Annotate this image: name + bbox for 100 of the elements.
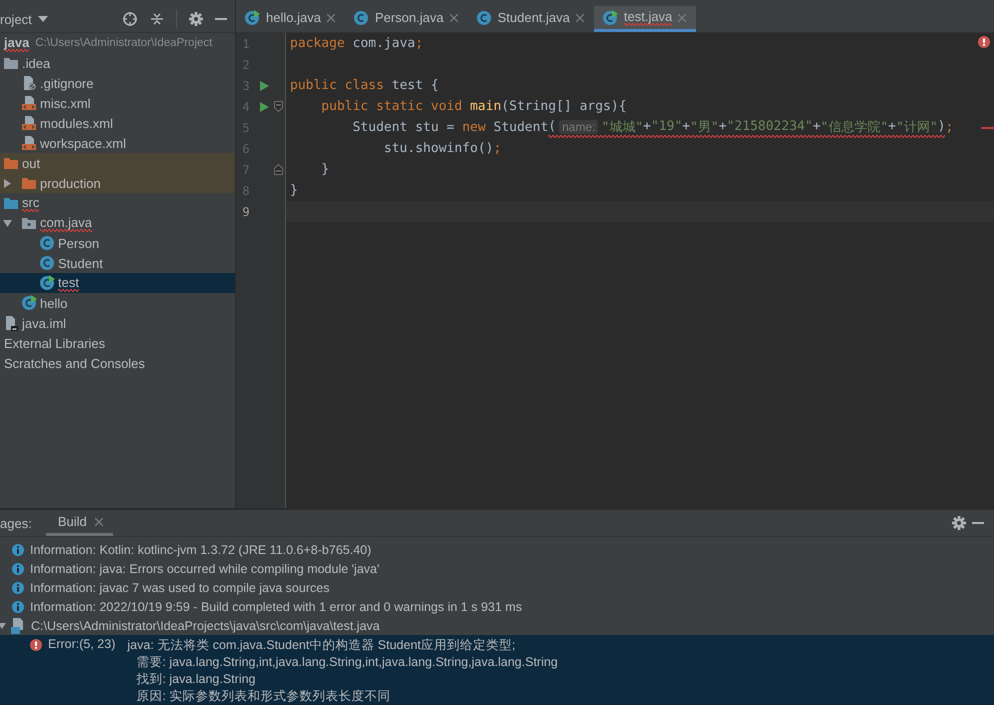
folder-icon (21, 175, 37, 191)
error-location: Error:(5, 23) (48, 637, 116, 651)
ignored-file-icon (21, 75, 37, 91)
locate-icon[interactable] (122, 11, 138, 27)
tree-item[interactable]: Person (0, 233, 235, 253)
tree-item[interactable]: External Libraries (0, 333, 235, 353)
class-icon (39, 255, 55, 271)
code-token: } (321, 162, 330, 177)
code-token: + (812, 119, 821, 134)
tab-label: Person.java (374, 10, 444, 25)
close-icon[interactable] (326, 14, 335, 22)
code-token: + (643, 119, 651, 134)
code-token: ; (415, 36, 424, 51)
tree-item[interactable]: Scratches and Consoles (0, 353, 235, 373)
tree-item[interactable]: java.iml (0, 313, 235, 333)
tree-item[interactable]: Student (0, 253, 235, 273)
editor-tab[interactable]: Student.java (468, 6, 594, 32)
class-icon (476, 10, 492, 26)
tree-item-label: java (4, 34, 30, 52)
build-message[interactable]: C:\Users\Administrator\IdeaProjects\java\src\com\java\test.java (0, 616, 994, 635)
tree-item[interactable]: test (0, 273, 235, 293)
tree-item[interactable]: misc.xml (0, 93, 235, 113)
tab-label: hello.java (266, 10, 321, 25)
tree-item[interactable]: src (0, 193, 235, 213)
code-token: main (470, 99, 502, 114)
info-icon (12, 562, 24, 574)
fold-marker-icon[interactable] (274, 164, 283, 175)
info-icon (12, 582, 24, 594)
tab-label: test.java (624, 9, 672, 26)
xml-file-icon (21, 115, 37, 131)
tool-tab[interactable]: Build (46, 510, 113, 536)
code-token: stu.showinfo() (384, 141, 494, 156)
package-folder-icon (21, 215, 37, 231)
tree-item-label: out (22, 156, 40, 170)
info-icon (12, 600, 24, 612)
tree-item-label: com.java (40, 214, 92, 232)
build-message[interactable]: Information: java: Errors occurred while compiling module 'java' (0, 559, 994, 578)
run-icon[interactable] (260, 102, 269, 112)
editor-tab[interactable]: test.java (594, 6, 696, 32)
code-token: package (290, 36, 345, 51)
panel-title[interactable]: roject (0, 12, 32, 26)
runnable-class-icon (39, 275, 55, 291)
folder-icon (3, 195, 19, 211)
error-message-line: 原因: 实际参数列表和形式参数列表长度不同 (136, 688, 392, 705)
runnable-class-icon (244, 10, 260, 26)
tree-item[interactable]: production (0, 173, 235, 193)
message-text: Information: Kotlin: kotlinc-jvm 1.3.72 (JRE 11.0.6+8-b765.40) (30, 542, 372, 556)
tree-item-label: Student (58, 256, 103, 270)
tree-item-label: misc.xml (40, 96, 91, 110)
build-message[interactable]: Information: javac 7 was used to compile java sources (0, 578, 994, 597)
tree-item[interactable]: out (0, 153, 235, 173)
error-stripe-mark[interactable] (981, 126, 994, 128)
close-icon[interactable] (576, 14, 584, 22)
code-token: "城城" (601, 118, 644, 136)
message-text: Information: 2022/10/19 9:59 - Build completed with 1 error and 0 warnings in 1 s 931 ms (30, 600, 522, 614)
tree-item[interactable]: java C:\Users\Administrator\IdeaProject (0, 33, 235, 53)
code-token: (String[] args){ (501, 99, 627, 114)
editor-tab[interactable]: hello.java (236, 6, 345, 32)
folder-icon (3, 55, 19, 71)
runnable-class-icon (602, 10, 618, 26)
tree-item[interactable]: .idea (0, 53, 235, 73)
error-message-line: 找到: java.lang.String (136, 671, 256, 688)
class-icon (352, 10, 369, 26)
close-icon[interactable] (94, 518, 103, 526)
message-text: Information: java: Errors occurred while compiling module 'java' (30, 562, 380, 576)
panel-label: ages: (0, 516, 32, 530)
line-number: 9 (241, 204, 251, 218)
settings-icon[interactable] (952, 516, 966, 530)
build-message[interactable]: Information: Kotlin: kotlinc-jvm 1.3.72 (JRE 11.0.6+8-b765.40) (0, 540, 994, 559)
tree-item[interactable]: com.java (0, 213, 235, 233)
build-message[interactable]: Information: 2022/10/19 9:59 - Build completed with 1 error and 0 warnings in 1 s 931 ms (0, 597, 994, 616)
settings-icon[interactable] (189, 12, 203, 26)
code-token: ( (548, 119, 556, 134)
run-icon[interactable] (260, 80, 269, 90)
tree-item-label: production (40, 176, 101, 190)
expanded-arrow-icon[interactable] (3, 218, 12, 228)
error-message-line: 需要: java.lang.String,int,java.lang.String,int,java.lang.String,java.lang.String (136, 654, 558, 671)
tree-item-label: .gitignore (40, 76, 94, 90)
tree-item[interactable]: workspace.xml (0, 133, 235, 153)
message-text: Information: javac 7 was used to compile java sources (30, 580, 330, 594)
collapsed-arrow-icon[interactable] (3, 178, 12, 188)
code-token: + (718, 119, 727, 134)
tree-item[interactable]: .gitignore (0, 73, 235, 93)
build-message[interactable]: Error:(5, 23) java: 无法将类 com.java.Student中的构造器 Student应用到给定类型; 需要: java.lang.String,int,java.lang.String,int,java.lang.String,java.lang.String 找到: java.lang.String 原因: 实际参数列表和形式参数列表长度不同 (0, 635, 994, 705)
tree-item[interactable]: hello (0, 293, 235, 313)
folder-icon (3, 155, 19, 171)
close-icon[interactable] (450, 14, 458, 22)
fold-marker-icon[interactable] (274, 101, 283, 112)
tab-label: Student.java (498, 10, 570, 25)
collapse-icon[interactable] (150, 12, 164, 26)
code-token: "男" (690, 118, 719, 136)
code-token: + (682, 119, 690, 134)
expanded-arrow-icon[interactable] (0, 622, 6, 630)
code-token: "215802234" (726, 119, 813, 134)
code-token: "计网" (896, 118, 938, 136)
tree-item[interactable]: modules.xml (0, 113, 235, 133)
editor-tab[interactable]: Person.java (344, 6, 468, 32)
dropdown-caret-icon[interactable] (38, 16, 48, 22)
error-icon[interactable] (978, 36, 990, 48)
code-token: com.java (352, 36, 416, 51)
